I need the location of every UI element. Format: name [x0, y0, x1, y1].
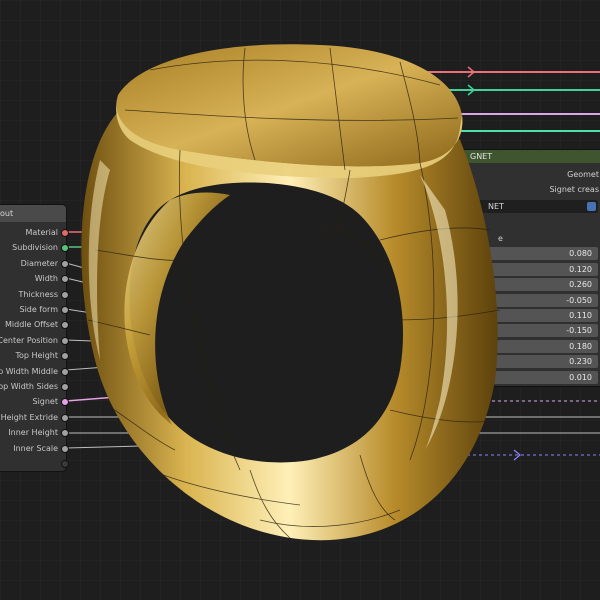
node-editor-canvas[interactable]: GNET Geomet Signet creas NET e 0.080 0.1… [0, 0, 600, 600]
ring-render-preview [81, 44, 501, 541]
